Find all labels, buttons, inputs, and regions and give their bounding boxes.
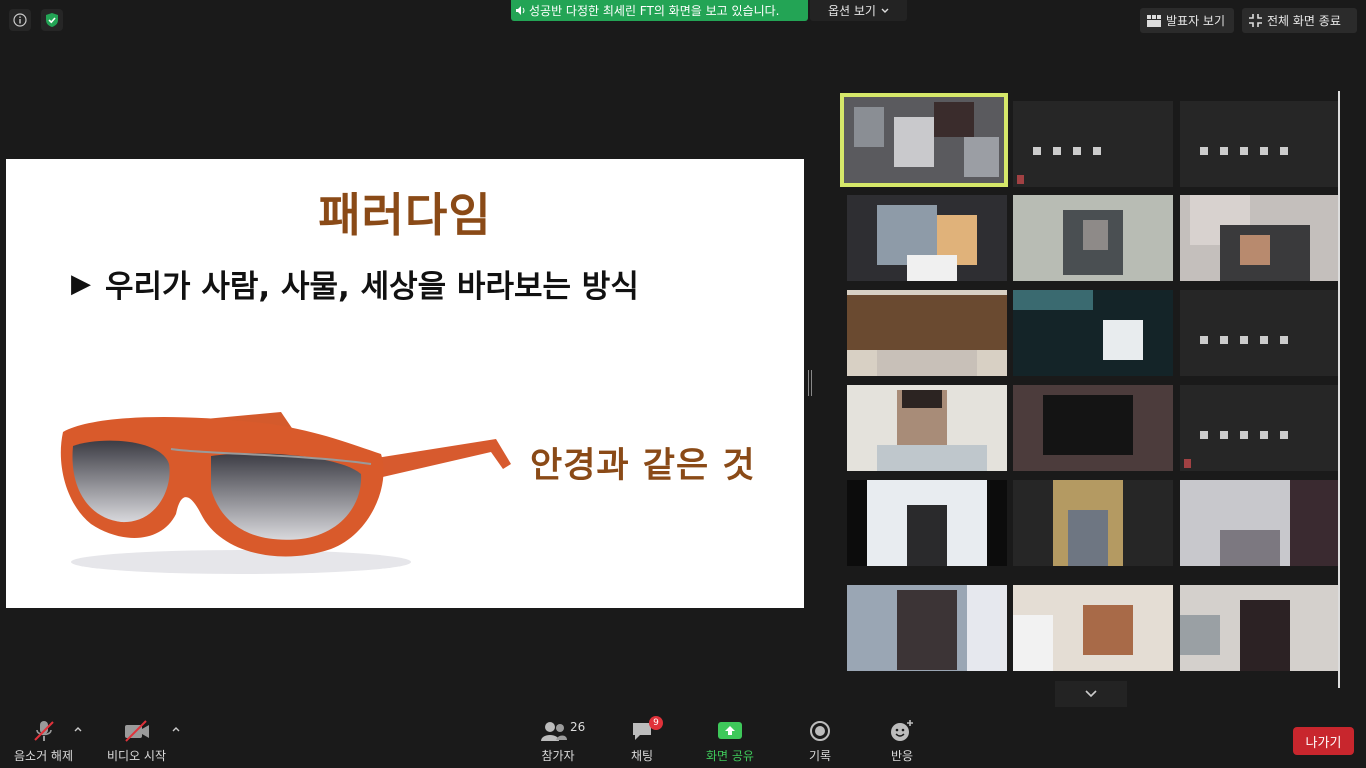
participant-name	[1200, 431, 1288, 439]
record-label: 기록	[809, 749, 832, 763]
participant-tile[interactable]	[1013, 101, 1173, 187]
participant-tile[interactable]	[1180, 290, 1340, 376]
participant-tile[interactable]	[1013, 195, 1173, 281]
shared-slide: 패러다임 ▶ 우리가 사람, 사물, 세상을 바라보는 방식 안경과 같은 것	[6, 159, 804, 608]
participant-name	[1200, 336, 1288, 344]
speaker-view-label: 발표자 보기	[1166, 14, 1226, 28]
muted-microphone-icon	[31, 718, 57, 744]
participant-video	[847, 290, 1007, 376]
participant-video	[1013, 585, 1173, 671]
participant-video	[847, 585, 1007, 671]
chat-icon: 9	[631, 716, 664, 744]
chevron-down-icon	[1085, 690, 1097, 698]
chat-label: 채팅	[631, 749, 654, 763]
participant-tile[interactable]	[1180, 385, 1340, 471]
participant-tile[interactable]	[847, 290, 1007, 376]
share-banner-text: 성공반 다정한 최세린 FT의 화면을 보고 있습니다.	[529, 4, 780, 18]
participant-tile[interactable]	[1180, 480, 1340, 566]
start-video-label: 비디오 시작	[107, 749, 167, 763]
participant-tile[interactable]	[847, 195, 1007, 281]
leave-meeting-button[interactable]: 나가기	[1293, 727, 1354, 755]
unmute-label: 음소거 해제	[14, 749, 74, 763]
exit-fullscreen-label: 전체 화면 종료	[1267, 14, 1341, 28]
bullet-marker: ▶	[71, 268, 91, 299]
participant-tile[interactable]	[1180, 195, 1340, 281]
gallery-next-page-button[interactable]	[1055, 681, 1127, 707]
chat-button[interactable]: 9 채팅	[631, 716, 664, 764]
participants-button[interactable]: 26 참가자	[540, 718, 585, 764]
participant-video	[844, 97, 1004, 183]
participants-icon: 26	[540, 718, 585, 744]
participant-video	[1013, 385, 1173, 471]
participant-tile[interactable]	[1013, 290, 1173, 376]
shield-check-icon[interactable]	[41, 9, 63, 31]
audio-options-caret[interactable]	[74, 724, 82, 735]
participant-name	[1200, 147, 1288, 155]
sunglasses-image	[60, 412, 511, 574]
screen-share-banner: 성공반 다정한 최세린 FT의 화면을 보고 있습니다.	[511, 0, 808, 21]
participant-video	[1180, 585, 1340, 671]
unmute-button[interactable]: 음소거 해제	[14, 718, 73, 764]
reactions-label: 반응	[890, 749, 914, 763]
reactions-button[interactable]: 반응	[889, 718, 915, 764]
grid-icon	[1147, 14, 1161, 27]
record-button[interactable]: 기록	[809, 718, 831, 764]
participant-tile[interactable]	[1013, 480, 1173, 566]
video-options-caret[interactable]	[172, 724, 180, 735]
participant-video	[1013, 290, 1173, 376]
start-video-button[interactable]: 비디오 시작	[107, 718, 166, 764]
chat-unread-badge: 9	[649, 716, 664, 730]
view-options-button[interactable]: 옵션 보기	[810, 0, 907, 21]
speaker-icon	[516, 6, 525, 15]
participant-gallery	[840, 91, 1340, 671]
chevron-down-icon	[881, 8, 889, 13]
record-icon	[809, 718, 831, 744]
participant-tile[interactable]	[840, 93, 1008, 187]
participant-tile[interactable]	[1180, 101, 1340, 187]
exit-fullscreen-button[interactable]: 전체 화면 종료	[1242, 8, 1357, 33]
slide-bullet: ▶ 우리가 사람, 사물, 세상을 바라보는 방식	[71, 261, 639, 306]
resize-handle[interactable]	[808, 370, 812, 396]
participants-label: 참가자	[541, 749, 575, 763]
participant-video	[1013, 195, 1173, 281]
muted-mic-icon	[1184, 459, 1191, 468]
bullet-text: 우리가 사람, 사물, 세상을 바라보는 방식	[105, 269, 639, 305]
participant-video	[1180, 195, 1340, 281]
share-screen-icon	[717, 718, 743, 744]
chevron-up-icon	[172, 727, 180, 732]
chevron-up-icon	[74, 727, 82, 732]
participant-tile[interactable]	[847, 385, 1007, 471]
muted-mic-icon	[1017, 175, 1024, 184]
participant-tile[interactable]	[1013, 385, 1173, 471]
info-icon[interactable]	[9, 9, 31, 31]
participant-tile[interactable]	[847, 480, 1007, 566]
participant-video	[1013, 480, 1173, 566]
gallery-scrollbar[interactable]	[1338, 91, 1340, 688]
participant-tile[interactable]	[1013, 585, 1173, 671]
participant-tile[interactable]	[847, 585, 1007, 671]
participant-video	[847, 195, 1007, 281]
video-off-icon	[122, 718, 152, 744]
participant-name	[1033, 147, 1101, 155]
participant-tile[interactable]	[1180, 585, 1340, 671]
participant-video	[847, 480, 1007, 566]
participant-video	[847, 385, 1007, 471]
participant-video	[1180, 480, 1340, 566]
participants-count: 26	[570, 720, 586, 734]
speaker-view-button[interactable]: 발표자 보기	[1140, 8, 1234, 33]
view-options-label: 옵션 보기	[828, 4, 876, 18]
slide-caption: 안경과 같은 것	[530, 446, 756, 486]
exit-fullscreen-icon	[1249, 14, 1262, 27]
share-screen-label: 화면 공유	[706, 749, 754, 763]
slide-title: 패러다임	[318, 188, 492, 242]
share-screen-button[interactable]: 화면 공유	[706, 718, 754, 764]
smiley-add-icon	[889, 718, 915, 744]
